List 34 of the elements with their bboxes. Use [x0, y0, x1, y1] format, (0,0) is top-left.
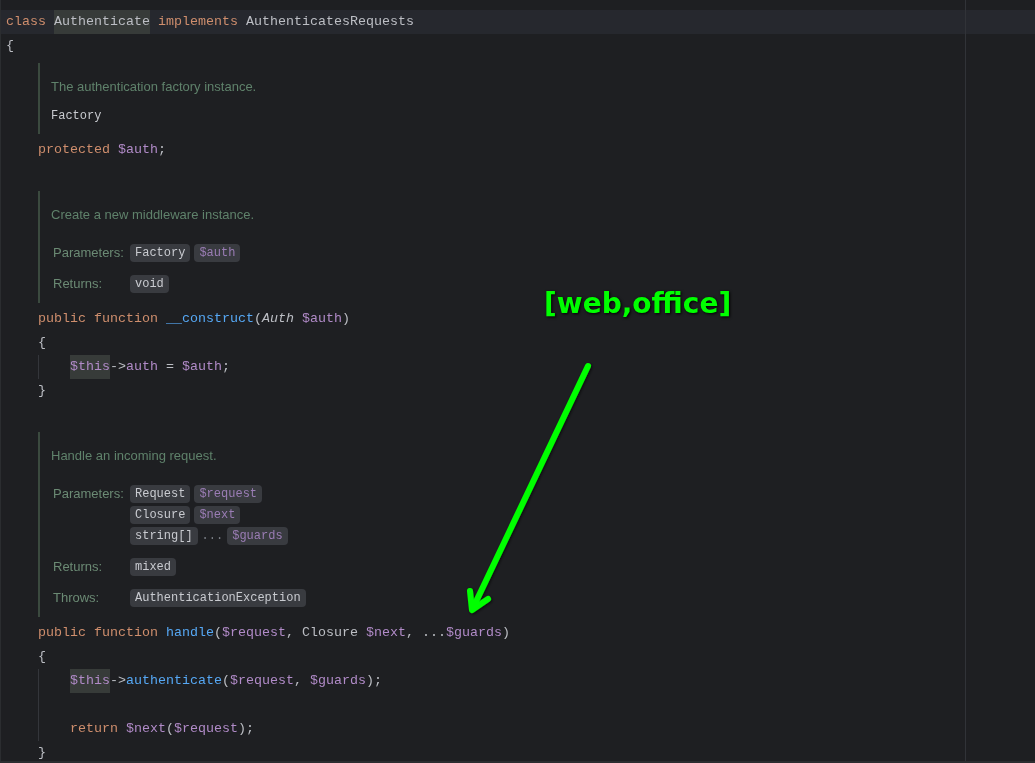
code-line: }: [38, 382, 46, 400]
type-tag: void: [130, 275, 169, 293]
type-tag: Request: [130, 485, 191, 503]
type-tag: string[]: [130, 527, 198, 545]
annotation-label: [web,office]: [544, 286, 732, 322]
variable-tag: $auth: [194, 244, 241, 262]
ellipsis-text: ...: [201, 528, 224, 545]
doc-type: Factory: [51, 108, 103, 124]
code-line: $this->auth = $auth;: [70, 355, 230, 379]
doc-label: Parameters:: [52, 244, 125, 262]
doc-description: Handle an incoming request.: [51, 447, 218, 465]
doc-label: Returns:: [52, 275, 104, 293]
type-tag: Closure: [130, 506, 191, 524]
code-line: {: [6, 37, 14, 55]
type-tag: Factory: [130, 244, 191, 262]
code-line: public function handle($request, Closure $next, ...$guards): [38, 624, 510, 642]
code-line: {: [38, 334, 46, 352]
code-line: {: [38, 648, 46, 666]
code-line: class Authenticate implements AuthenticatesRequests: [6, 10, 414, 34]
doc-label: Parameters:: [52, 485, 125, 503]
variable-tag: $next: [194, 506, 241, 524]
variable-tag: $request: [194, 485, 263, 503]
variable-tag: $guards: [227, 527, 288, 545]
doc-description: The authentication factory instance.: [51, 78, 258, 96]
doc-label: Returns:: [52, 558, 104, 576]
doc-label: Throws:: [52, 589, 101, 607]
code-line: }: [38, 744, 46, 761]
code-line: return $next($request);: [70, 720, 254, 738]
code-line: public function __construct(Auth $auth): [38, 310, 350, 328]
code-line: protected $auth;: [38, 141, 166, 159]
type-tag: mixed: [130, 558, 176, 576]
code-line: $this->authenticate($request, $guards);: [70, 669, 382, 693]
doc-description: Create a new middleware instance.: [51, 206, 256, 224]
type-tag: AuthenticationException: [130, 589, 306, 607]
